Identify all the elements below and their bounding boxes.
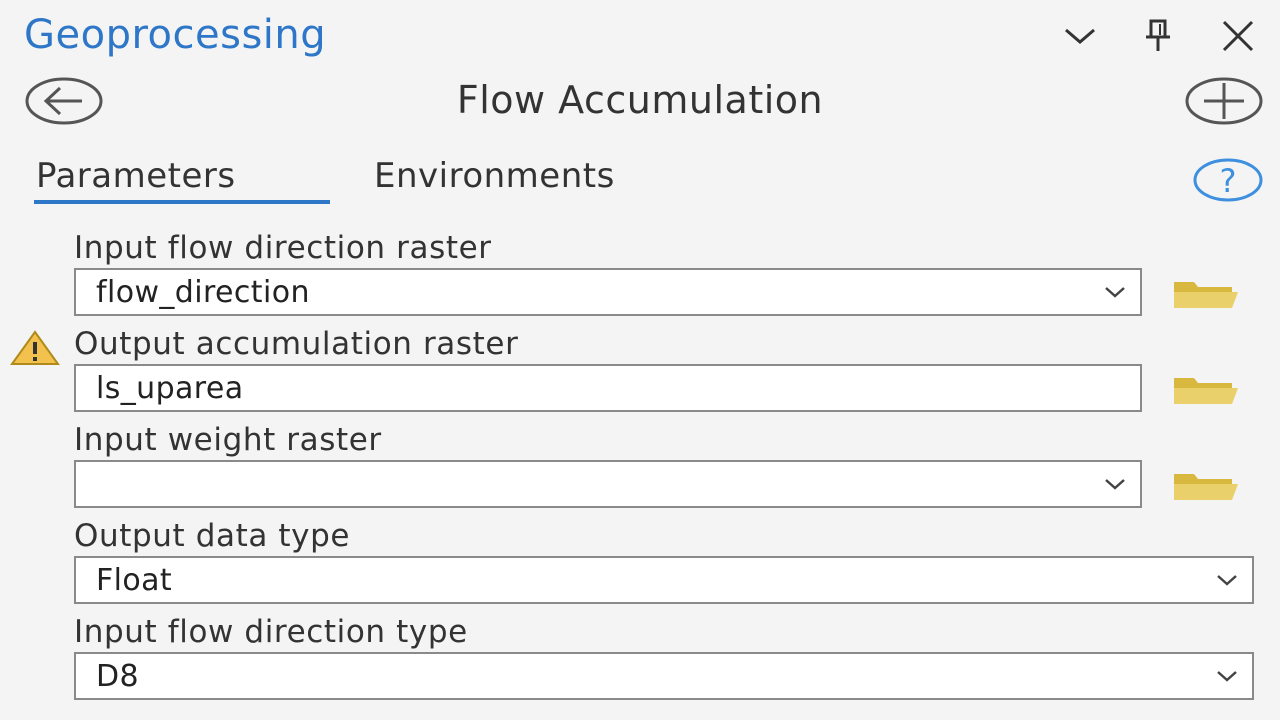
output-data-type-value: Float: [96, 562, 173, 598]
pin-icon: [1146, 19, 1170, 51]
chevron-down-icon: [1217, 575, 1237, 586]
output-accumulation-input[interactable]: ls_uparea: [74, 364, 1142, 412]
output-data-type-label: Output data type: [74, 518, 351, 554]
input-weight-label: Input weight raster: [74, 422, 382, 458]
pane-options-button[interactable]: [1058, 14, 1102, 58]
flow-direction-type-label: Input flow direction type: [74, 614, 468, 650]
input-flow-direction-dropdown[interactable]: [1090, 270, 1140, 314]
output-accumulation-value: ls_uparea: [96, 370, 244, 406]
close-button[interactable]: [1216, 14, 1260, 58]
input-flow-direction-value: flow_direction: [96, 274, 310, 310]
flow-direction-type-dropdown[interactable]: [1202, 654, 1252, 698]
input-flow-direction-browse-button[interactable]: [1166, 272, 1246, 316]
input-weight-combobox[interactable]: [74, 460, 1142, 508]
folder-icon: [1174, 282, 1238, 308]
add-icon: [1185, 77, 1263, 125]
input-flow-direction-combobox[interactable]: flow_direction: [74, 268, 1142, 316]
output-data-type-select[interactable]: Float: [74, 556, 1254, 604]
flow-direction-type-value: D8: [96, 658, 139, 694]
tab-environments[interactable]: Environments: [374, 156, 615, 196]
input-weight-browse-button[interactable]: [1166, 464, 1246, 508]
tab-parameters[interactable]: Parameters: [36, 156, 236, 196]
active-tab-indicator: [34, 200, 330, 204]
warning-icon: [8, 328, 62, 368]
output-accumulation-browse-button[interactable]: [1166, 368, 1246, 412]
chevron-down-icon: [1065, 28, 1095, 44]
chevron-down-icon: [1217, 671, 1237, 682]
add-button[interactable]: [1184, 76, 1264, 126]
chevron-down-icon: [1105, 479, 1125, 490]
help-icon: ?: [1193, 158, 1263, 202]
close-icon: [1222, 20, 1254, 52]
folder-icon: [1174, 378, 1238, 404]
input-flow-direction-label: Input flow direction raster: [74, 230, 492, 266]
pin-button[interactable]: [1136, 14, 1180, 58]
tool-title: Flow Accumulation: [456, 78, 824, 122]
output-data-type-dropdown[interactable]: [1202, 558, 1252, 602]
chevron-down-icon: [1105, 287, 1125, 298]
folder-icon: [1174, 474, 1238, 500]
output-accumulation-label: Output accumulation raster: [74, 326, 519, 362]
help-button[interactable]: ?: [1192, 156, 1264, 204]
pane-title: Geoprocessing: [24, 12, 327, 58]
svg-text:?: ?: [1220, 162, 1237, 200]
flow-direction-type-select[interactable]: D8: [74, 652, 1254, 700]
input-weight-dropdown[interactable]: [1090, 462, 1140, 506]
